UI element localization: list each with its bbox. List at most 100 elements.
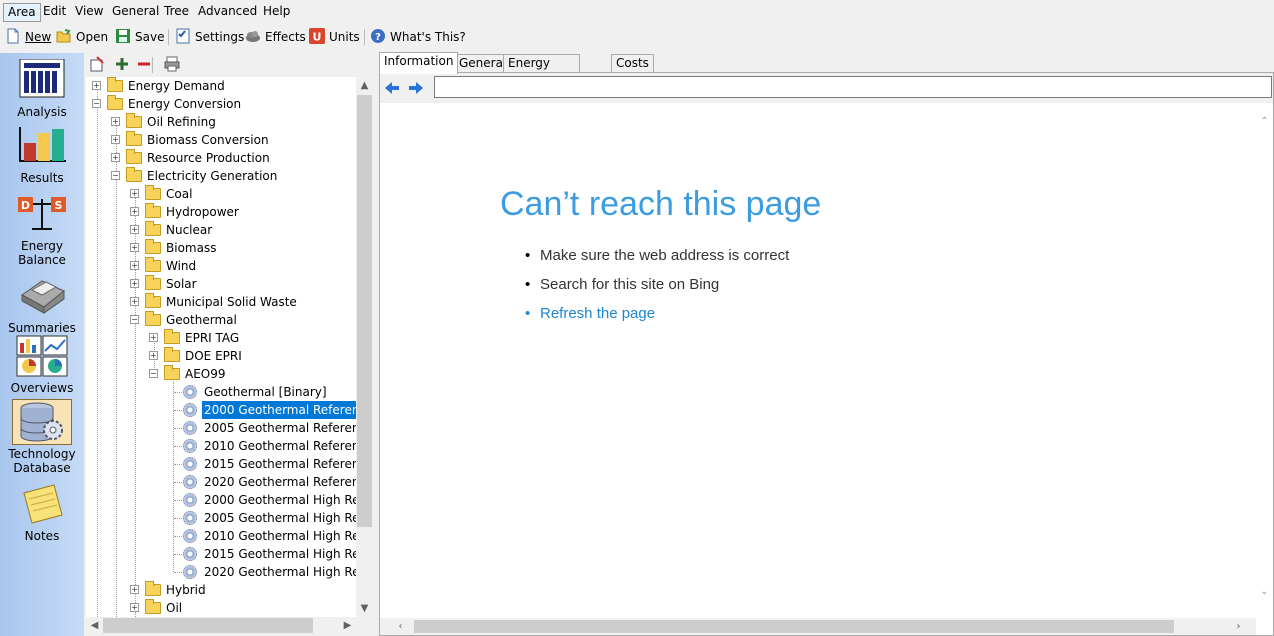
scroll-down-icon[interactable]: ▼: [356, 600, 373, 617]
scroll-up-icon[interactable]: ⌃: [1256, 113, 1273, 130]
tree-toolbar: [86, 53, 376, 77]
address-input[interactable]: [434, 76, 1272, 98]
collapse-icon[interactable]: −: [149, 369, 158, 378]
forward-arrow-icon[interactable]: [408, 81, 424, 95]
expand-icon[interactable]: +: [130, 207, 139, 216]
expand-icon[interactable]: +: [111, 153, 120, 162]
nav-technology-database[interactable]: Technology Database: [0, 399, 84, 475]
whats-this-button[interactable]: ? What's This?: [370, 27, 466, 47]
tree-node-label: 2015 Geothermal Reference: [204, 457, 356, 471]
analysis-icon: [16, 58, 68, 103]
delete-branch-button[interactable]: [136, 56, 152, 75]
tab-costs[interactable]: Costs: [611, 54, 654, 73]
tree-properties-button[interactable]: [90, 56, 106, 75]
expand-icon[interactable]: +: [130, 297, 139, 306]
toolbar-separator: [364, 29, 365, 45]
tree-connector: [173, 374, 174, 572]
units-label: Units: [329, 30, 360, 44]
tab-information[interactable]: Information: [379, 52, 459, 74]
scroll-thumb[interactable]: [357, 95, 372, 527]
menu-tree[interactable]: Tree: [160, 3, 193, 22]
tree-vertical-scrollbar[interactable]: ▲ ▼: [356, 77, 373, 617]
nav-overviews[interactable]: Overviews: [0, 335, 84, 395]
new-label: New: [25, 30, 52, 44]
technology-gear-icon: [183, 457, 197, 471]
menu-area[interactable]: Area: [3, 3, 41, 22]
folder-icon: [145, 239, 161, 254]
open-button[interactable]: Open: [56, 27, 108, 47]
tree-node-label: 2015 Geothermal High Renew: [204, 547, 356, 561]
svg-text:?: ?: [375, 32, 381, 43]
folder-icon: [126, 167, 142, 182]
refresh-link[interactable]: Refresh the page: [525, 305, 655, 322]
scroll-right-icon[interactable]: ▶: [339, 617, 356, 634]
nav-energy-balance[interactable]: DS Energy Balance: [0, 193, 84, 267]
folder-icon: [145, 581, 161, 596]
scroll-down-icon[interactable]: ⌄: [1256, 583, 1273, 600]
new-button[interactable]: New: [5, 27, 51, 47]
add-branch-button[interactable]: [114, 56, 130, 75]
expand-icon[interactable]: +: [130, 243, 139, 252]
information-panel: Can’t reach this page Make sure the web …: [379, 72, 1274, 636]
web-vertical-scrollbar[interactable]: ⌃ ⌄: [1256, 103, 1273, 619]
scroll-thumb[interactable]: [414, 620, 1174, 633]
expand-icon[interactable]: +: [130, 225, 139, 234]
browser-nav-bar: [380, 73, 1273, 103]
tree-connector: [174, 482, 182, 483]
scroll-thumb[interactable]: [103, 618, 313, 633]
menu-general[interactable]: General: [108, 3, 163, 22]
collapse-icon[interactable]: −: [130, 315, 139, 324]
collapse-icon[interactable]: −: [92, 99, 101, 108]
tab-energy-conversion[interactable]: Energy Conversion: [503, 54, 581, 87]
expand-icon[interactable]: +: [130, 261, 139, 270]
tree-horizontal-scrollbar[interactable]: ◀ ▶: [86, 617, 356, 634]
expand-icon[interactable]: +: [92, 81, 101, 90]
menu-advanced[interactable]: Advanced: [194, 3, 261, 22]
left-navigation: Analysis Results DS Energy Balance Summa…: [0, 53, 84, 636]
expand-icon[interactable]: +: [130, 585, 139, 594]
scroll-up-icon[interactable]: ▲: [356, 77, 373, 94]
error-title: Can’t reach this page: [500, 185, 822, 223]
back-arrow-icon[interactable]: [384, 81, 400, 95]
menu-view[interactable]: View: [71, 3, 107, 22]
tree-node-label: Resource Production: [147, 151, 270, 165]
collapse-icon[interactable]: −: [111, 171, 120, 180]
nav-analysis[interactable]: Analysis: [0, 58, 84, 119]
save-button[interactable]: Save: [115, 27, 164, 47]
expand-icon[interactable]: +: [149, 333, 158, 342]
nav-database-label: Database: [13, 461, 71, 475]
expand-icon[interactable]: +: [149, 351, 158, 360]
summaries-printer-icon: [16, 275, 68, 319]
nav-results[interactable]: Results: [0, 125, 84, 185]
nav-notes[interactable]: Notes: [0, 483, 84, 543]
scroll-left-icon[interactable]: ◀: [86, 617, 103, 634]
overviews-charts-icon: [16, 335, 68, 379]
print-tree-button[interactable]: [164, 56, 180, 75]
settings-button[interactable]: Settings: [175, 27, 244, 47]
technology-gear-icon: [183, 565, 197, 579]
expand-icon[interactable]: +: [111, 117, 120, 126]
menu-edit[interactable]: Edit: [39, 3, 70, 22]
units-button[interactable]: U Units: [309, 27, 360, 47]
expand-icon[interactable]: +: [130, 279, 139, 288]
tree-node-label: Electricity Generation: [147, 169, 278, 183]
folder-icon: [145, 275, 161, 290]
menu-help[interactable]: Help: [259, 3, 294, 22]
expand-icon[interactable]: +: [130, 189, 139, 198]
nav-balance-label: Balance: [18, 253, 66, 267]
nav-summaries[interactable]: Summaries: [0, 275, 84, 335]
scroll-right-icon[interactable]: ›: [1230, 618, 1247, 635]
nav-summaries-label: Summaries: [8, 321, 76, 335]
expand-icon[interactable]: +: [111, 135, 120, 144]
tree-node-label: AEO99: [185, 367, 226, 381]
scroll-left-icon[interactable]: ‹: [392, 618, 409, 635]
tree-connector: [174, 518, 182, 519]
expand-icon[interactable]: +: [130, 603, 139, 612]
help-question-icon: ?: [370, 28, 386, 44]
web-horizontal-scrollbar[interactable]: ‹ ›: [380, 618, 1256, 635]
effects-button[interactable]: Effects: [245, 27, 306, 47]
app-window: Area Edit View General Tree Advanced Hel…: [0, 0, 1274, 636]
tree-node-label: 2005 Geothermal High Renew: [204, 511, 356, 525]
folder-icon: [145, 221, 161, 236]
technology-gear-icon: [183, 547, 197, 561]
